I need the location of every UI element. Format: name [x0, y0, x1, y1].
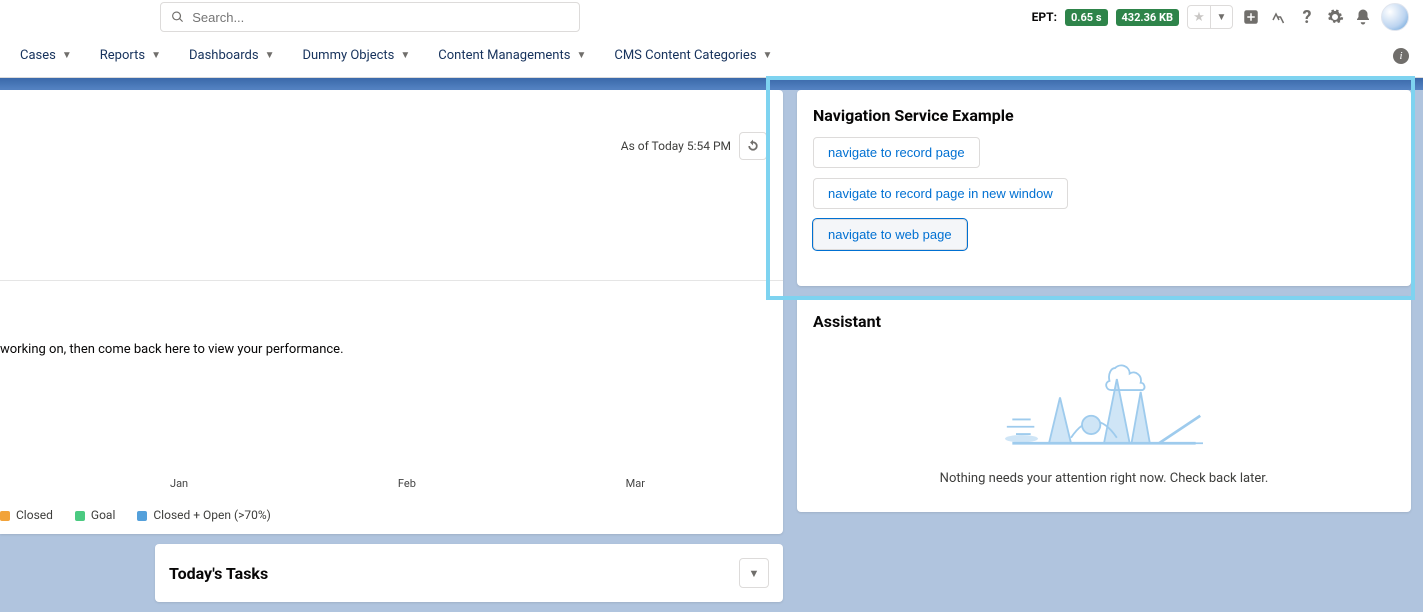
chevron-down-icon: ▼	[576, 50, 586, 61]
help-icon[interactable]: ?	[1297, 7, 1317, 27]
nav-item-cms-content-categories[interactable]: CMS Content Categories ▼	[602, 34, 784, 77]
navigation-service-example-card: Navigation Service Example navigate to r…	[797, 90, 1411, 286]
assistant-empty-illustration	[994, 347, 1214, 457]
axis-label: Mar	[626, 477, 645, 490]
chart-x-axis: Jan Feb Mar	[0, 477, 765, 490]
search-input[interactable]	[192, 10, 569, 25]
nav-label: Dashboards	[189, 48, 259, 63]
assistant-empty-text: Nothing needs your attention right now. …	[813, 471, 1395, 486]
legend-item: Closed + Open (>70%)	[137, 508, 270, 522]
nav-label: Dummy Objects	[302, 48, 394, 63]
user-avatar[interactable]	[1381, 3, 1409, 31]
chevron-down-icon: ▼	[763, 50, 773, 61]
performance-card: As of Today 5:54 PM working on, then com…	[0, 90, 783, 534]
chart-legend: Closed Goal Closed + Open (>70%)	[0, 508, 271, 522]
nav-item-dashboards[interactable]: Dashboards ▼	[177, 34, 287, 77]
global-search[interactable]	[160, 2, 580, 32]
todays-tasks-card: Today's Tasks ▼	[155, 544, 783, 602]
assistant-title: Assistant	[813, 312, 1395, 331]
nav-label: CMS Content Categories	[614, 48, 756, 63]
chevron-down-icon: ▼	[151, 50, 161, 61]
refresh-button[interactable]	[739, 132, 767, 160]
global-header: EPT: 0.65 s 432.36 KB ★ ▼ ?	[0, 0, 1423, 34]
nav-label: Reports	[100, 48, 145, 63]
nav-item-reports[interactable]: Reports ▼	[88, 34, 173, 77]
search-icon	[171, 10, 184, 24]
refresh-icon	[746, 139, 760, 153]
nav-example-title: Navigation Service Example	[813, 106, 1395, 125]
add-icon[interactable]	[1241, 7, 1261, 27]
chevron-down-icon: ▼	[400, 50, 410, 61]
favorite-dropdown[interactable]: ▼	[1210, 6, 1232, 28]
chevron-down-icon: ▼	[62, 50, 72, 61]
info-icon[interactable]: i	[1393, 48, 1409, 64]
navigate-record-page-button[interactable]: navigate to record page	[813, 137, 980, 168]
star-icon: ★	[1188, 6, 1210, 28]
axis-label: Feb	[398, 477, 416, 490]
navigate-web-page-button[interactable]: navigate to web page	[813, 219, 967, 250]
performance-hint-text: working on, then come back here to view …	[0, 342, 344, 357]
nav-label: Content Managements	[438, 48, 570, 63]
ept-time-badge: 0.65 s	[1065, 9, 1108, 26]
as-of-text: As of Today 5:54 PM	[621, 139, 731, 153]
todays-tasks-title: Today's Tasks	[169, 564, 268, 583]
nav-item-dummy-objects[interactable]: Dummy Objects ▼	[290, 34, 422, 77]
legend-item: Closed	[0, 508, 53, 522]
ept-label: EPT:	[1032, 10, 1057, 24]
brand-strip	[0, 78, 1423, 90]
assistant-card: Assistant Nothing needs your attention r…	[797, 296, 1411, 512]
nav-label: Cases	[20, 48, 56, 63]
legend-item: Goal	[75, 508, 115, 522]
nav-item-content-managements[interactable]: Content Managements ▼	[426, 34, 598, 77]
chevron-down-icon: ▼	[265, 50, 275, 61]
tasks-menu-button[interactable]: ▼	[739, 558, 769, 588]
notifications-bell-icon[interactable]	[1353, 7, 1373, 27]
setup-gear-icon[interactable]	[1325, 7, 1345, 27]
ept-size-badge: 432.36 KB	[1116, 9, 1180, 26]
navigate-record-page-new-window-button[interactable]: navigate to record page in new window	[813, 178, 1068, 209]
axis-label: Jan	[170, 477, 188, 490]
favorite-toggle[interactable]: ★ ▼	[1187, 5, 1233, 29]
nav-item-cases[interactable]: Cases ▼	[8, 34, 84, 77]
salesforce-icon[interactable]	[1269, 7, 1289, 27]
object-nav-bar: Cases ▼ Reports ▼ Dashboards ▼ Dummy Object…	[0, 34, 1423, 78]
